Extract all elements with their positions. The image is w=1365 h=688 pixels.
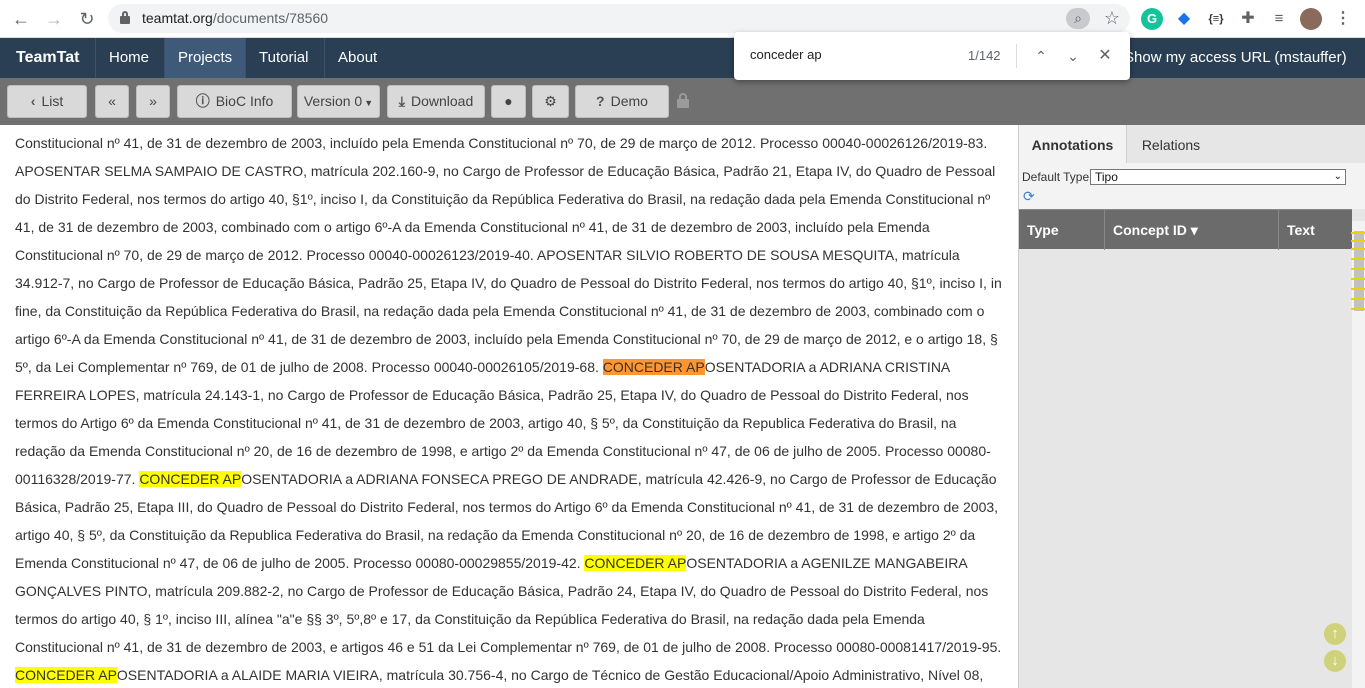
column-concept-id[interactable]: Concept ID ▾ <box>1105 210 1279 250</box>
document-toolbar: ‹ List « » ⓘ BioC Info Version 0 ▼ ⤓ Downloa… <box>0 78 1365 125</box>
graduation-cap-extension-icon[interactable]: ◆ <box>1173 8 1195 30</box>
demo-label: Demo <box>610 93 648 109</box>
back-arrow-icon[interactable]: ← <box>8 7 34 31</box>
find-match-marker <box>1351 278 1365 280</box>
app-navbar: TeamTat Home Projects Tutorial About Sho… <box>0 38 1365 78</box>
nav-home[interactable]: Home <box>95 38 162 78</box>
find-match-marker <box>1351 288 1365 290</box>
nav-projects[interactable]: Projects <box>164 38 246 78</box>
lock-icon <box>677 93 689 108</box>
url-host: teamtat.org <box>142 10 213 26</box>
reload-icon[interactable]: ↻ <box>74 7 100 31</box>
url-path: /documents/78560 <box>212 10 329 26</box>
gears-icon: ⚙ <box>544 93 557 109</box>
scroll-down-icon[interactable]: ↓ <box>1324 650 1346 672</box>
passage-text: Constitucional nº 41, de 31 de dezembro … <box>15 135 1002 375</box>
download-label: Download <box>410 93 474 109</box>
find-bar: conceder ap 1/142 ⌃ ⌄ ✕ <box>734 32 1130 80</box>
find-match-marker <box>1351 308 1365 310</box>
find-match-marker <box>1351 240 1365 242</box>
json-extension-icon[interactable]: {≡} <box>1205 8 1227 30</box>
find-close-icon[interactable]: ✕ <box>1093 44 1117 68</box>
find-in-page-icon[interactable]: ⌕ <box>1066 8 1090 29</box>
download-icon: ⤓ <box>398 93 405 109</box>
brand-logo[interactable]: TeamTat <box>0 38 95 78</box>
question-icon: ? <box>596 93 605 109</box>
access-url-link[interactable]: Show my access URL (mstauffer) <box>1124 38 1347 78</box>
next-document-button[interactable]: » <box>136 85 170 118</box>
column-text[interactable]: Text <box>1279 210 1352 250</box>
passage-text: OSENTADORIA a ALAIDE MARIA VIEIRA, matrí… <box>116 667 984 683</box>
panel-scrollbar[interactable] <box>1352 221 1365 688</box>
nav-about[interactable]: About <box>324 38 390 78</box>
passage-text: OSENTADORIA a ADRIANA CRISTINA FERREIRA … <box>15 359 991 487</box>
reading-list-icon[interactable]: ≡ <box>1268 8 1290 30</box>
find-previous-chevron-up-icon[interactable]: ⌃ <box>1029 44 1053 68</box>
version-dropdown[interactable]: Version 0 ▼ <box>297 85 380 118</box>
address-bar[interactable]: teamtat.org/documents/78560 ⌕ ☆ <box>108 4 1130 33</box>
document-text-area[interactable]: Constitucional nº 41, de 31 de dezembro … <box>0 125 1018 688</box>
search-highlight: CONCEDER AP <box>584 555 687 571</box>
default-type-value: Tipo <box>1095 170 1118 184</box>
bioc-info-button[interactable]: ⓘ BioC Info <box>177 85 292 118</box>
caret-down-icon: ▼ <box>364 98 374 108</box>
chevron-left-icon: ‹ <box>30 93 36 109</box>
demo-button[interactable]: ? Demo <box>575 85 669 118</box>
annotations-table-header: Type Concept ID ▾ Text <box>1019 209 1352 250</box>
find-match-marker <box>1351 258 1365 260</box>
find-match-marker <box>1351 232 1365 234</box>
document-passage: Constitucional nº 41, de 31 de dezembro … <box>15 129 1005 688</box>
search-highlight: CONCEDER AP <box>15 667 117 683</box>
tab-annotations[interactable]: Annotations <box>1019 125 1127 163</box>
bioc-info-label: BioC Info <box>215 93 274 109</box>
puzzle-extensions-icon[interactable]: ✚ <box>1237 8 1259 30</box>
find-next-chevron-down-icon[interactable]: ⌄ <box>1061 44 1085 68</box>
find-divider <box>1016 44 1017 68</box>
find-match-count: 1/142 <box>968 48 1001 63</box>
previous-document-button[interactable]: « <box>95 85 129 118</box>
find-match-marker <box>1351 268 1365 270</box>
scroll-up-icon[interactable]: ↑ <box>1324 623 1346 645</box>
grammarly-extension-icon[interactable]: G <box>1141 8 1163 30</box>
chevron-down-icon: ⌄ <box>1333 171 1342 182</box>
info-circle-icon: ⓘ <box>195 93 210 109</box>
forward-arrow-icon[interactable]: → <box>41 7 67 31</box>
profile-avatar[interactable] <box>1300 8 1322 30</box>
list-label: List <box>41 93 64 109</box>
default-type-label: Default Type: <box>1022 170 1093 184</box>
user-button[interactable]: ● <box>491 85 526 118</box>
kebab-menu-icon[interactable]: ⋮ <box>1332 8 1354 30</box>
bookmark-star-icon[interactable]: ☆ <box>1100 8 1124 29</box>
list-button[interactable]: ‹ List <box>7 85 87 118</box>
column-type[interactable]: Type <box>1019 210 1105 250</box>
url-text: teamtat.org/documents/78560 <box>142 10 328 26</box>
refresh-icon[interactable]: ⟳ <box>1023 188 1035 205</box>
user-icon: ● <box>504 93 513 109</box>
nav-tutorial[interactable]: Tutorial <box>245 38 321 78</box>
find-match-marker <box>1351 248 1365 250</box>
settings-button[interactable]: ⚙ <box>532 85 569 118</box>
search-highlight: CONCEDER AP <box>139 471 242 487</box>
default-type-select[interactable]: Tipo ⌄ <box>1090 169 1346 185</box>
find-input[interactable]: conceder ap <box>750 47 822 62</box>
browser-toolbar: ← → ↻ teamtat.org/documents/78560 ⌕ ☆ G … <box>0 0 1365 38</box>
lock-icon <box>120 11 130 24</box>
version-label: Version 0 <box>303 93 363 109</box>
download-button[interactable]: ⤓ Download <box>387 85 485 118</box>
find-match-marker <box>1351 298 1365 300</box>
search-highlight-current: CONCEDER AP <box>602 359 705 375</box>
tab-relations[interactable]: Relations <box>1127 125 1215 163</box>
annotation-panel: Annotations Relations Default Type: Tipo… <box>1018 125 1365 688</box>
